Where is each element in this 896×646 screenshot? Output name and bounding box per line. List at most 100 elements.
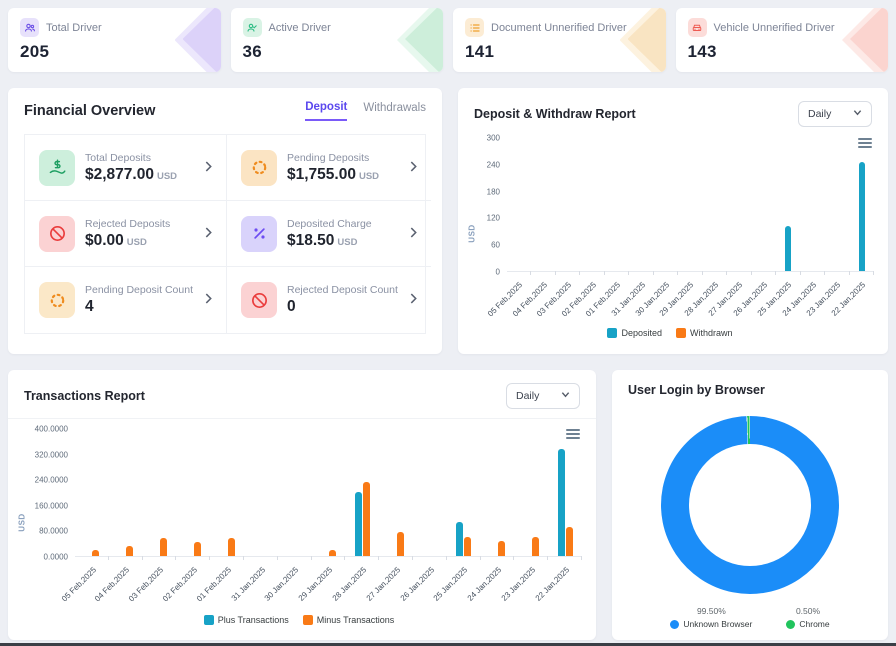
y-tick-label: 120 [487,214,500,223]
chevron-down-icon [853,108,862,120]
category-column [379,532,413,556]
deposit-withdraw-header: Deposit & Withdraw Report Daily [458,88,888,136]
chevron-right-icon [203,225,214,243]
financial-overview-panel: Financial Overview Deposit Withdrawals T… [8,88,442,354]
financial-card-label: Pending Deposit Count [85,284,193,296]
donut-ring [661,416,839,594]
tab-withdrawals[interactable]: Withdrawals [363,102,426,120]
category-column [447,522,481,556]
legend-percent: 99.50% [697,606,726,616]
bar [126,546,133,556]
browser-login-header: User Login by Browser [612,370,888,406]
financial-card[interactable]: Pending Deposits $1,755.00USD [227,135,431,201]
financial-card[interactable]: Rejected Deposit Count 0 [227,267,431,333]
chart-menu-icon[interactable] [858,136,872,150]
bar [194,542,201,556]
bar [397,532,404,556]
document-list-icon [465,18,484,37]
donut-legend-item[interactable]: 99.50% Unknown Browser [670,606,752,629]
plot-area [75,429,582,557]
panel-title: Financial Overview [24,103,155,119]
period-select[interactable]: Daily [798,101,872,127]
chevron-right-icon [203,291,214,309]
bar-chart-body: USD30024018012060005 Feb,202504 Feb,2025… [466,138,874,328]
stat-card-value: 143 [688,42,877,62]
chart-legend: Deposited Withdrawn [466,328,874,338]
vehicle-icon [688,18,707,37]
financial-tabs: Deposit Withdrawals [305,101,426,121]
legend-item[interactable]: Withdrawn [676,328,733,338]
deposit-withdraw-panel: Deposit & Withdraw Report Daily USD30024… [458,88,888,354]
bar [92,550,99,556]
financial-card-label: Rejected Deposits [85,218,193,230]
category-column [548,449,582,556]
financial-card[interactable]: Total Deposits $2,877.00USD [25,135,227,201]
stat-card-label: Vehicle Unnerified Driver [714,22,835,34]
category-column [776,226,800,271]
legend-item[interactable]: Plus Transactions [204,615,289,625]
financial-card[interactable]: Pending Deposit Count 4 [25,267,227,333]
y-tick-label: 320.0000 [35,450,68,459]
category-column [514,537,548,556]
panel-title: Transactions Report [24,389,145,403]
financial-card-label: Pending Deposits [287,152,398,164]
browser-login-panel: User Login by Browser 99.50% Unknown Brow… [612,370,888,640]
chart-menu-icon[interactable] [566,427,580,441]
hand-dollar-icon [39,150,75,186]
legend-label: Plus Transactions [218,615,289,625]
period-select[interactable]: Daily [506,383,580,409]
bar [456,522,463,556]
browser-donut-chart: 99.50% Unknown Browser 0.50%Chrome [612,406,888,629]
financial-card-unit: USD [157,171,177,182]
legend-label: Chrome [799,619,829,629]
spinner-icon [39,282,75,318]
bar [355,492,362,556]
category-column [109,546,143,556]
stat-card: Vehicle Unnerified Driver 143 [676,8,889,72]
legend-label: Unknown Browser [683,619,752,629]
legend-row: Unknown Browser [670,619,752,629]
panel-title: Deposit & Withdraw Report [474,107,636,121]
bar [566,527,573,556]
financial-card[interactable]: Deposited Charge $18.50USD [227,201,431,267]
tab-deposit[interactable]: Deposit [305,101,347,121]
financial-card-unit: USD [359,171,379,182]
financial-card[interactable]: Rejected Deposits $0.00USD [25,201,227,267]
category-column [481,541,515,556]
legend-item[interactable]: Deposited [607,328,662,338]
y-tick-label: 0 [496,268,500,277]
stat-card-label: Active Driver [269,22,331,34]
y-tick-label: 240 [487,160,500,169]
y-tick-label: 400.0000 [35,425,68,434]
chevron-right-icon [203,159,214,177]
chevron-right-icon [408,225,419,243]
legend-swatch [676,328,686,338]
period-select-value: Daily [808,108,831,120]
percent-icon [241,216,277,252]
financial-card-label: Rejected Deposit Count [287,284,398,296]
deposit-withdraw-chart: USD30024018012060005 Feb,202504 Feb,2025… [458,136,888,338]
legend-row: Chrome [786,619,829,629]
plot-area-wrap: 05 Feb,202504 Feb,202503 Feb,202502 Feb,… [507,138,874,328]
legend-item[interactable]: Minus Transactions [303,615,395,625]
plot-area [507,138,874,272]
legend-swatch [204,615,214,625]
y-tick-label: 300 [487,134,500,143]
x-tick-label: 22 Jan,2025 [548,557,582,615]
spinner-icon [241,150,277,186]
bar [228,538,235,556]
financial-card-value: 0 [287,298,398,316]
financial-card-value: 4 [85,298,193,316]
plot-area-wrap: 05 Feb,202504 Feb,202503 Feb,202502 Feb,… [75,429,582,615]
category-column [850,162,874,271]
stat-card: Active Driver 36 [231,8,444,72]
donut-hole [689,444,811,566]
x-tick-label: 22 Jan,2025 [850,272,874,328]
donut-legend-item[interactable]: 0.50%Chrome [786,606,829,629]
stat-card-row: Total Driver 205 Active Driver 36 Docume… [8,8,888,72]
y-axis-title: USD [16,429,29,615]
y-tick-label: 160.0000 [35,501,68,510]
y-axis: 300240180120600 [479,138,507,272]
financial-card-unit: USD [337,237,357,248]
stat-card: Document Unnerified Driver 141 [453,8,666,72]
